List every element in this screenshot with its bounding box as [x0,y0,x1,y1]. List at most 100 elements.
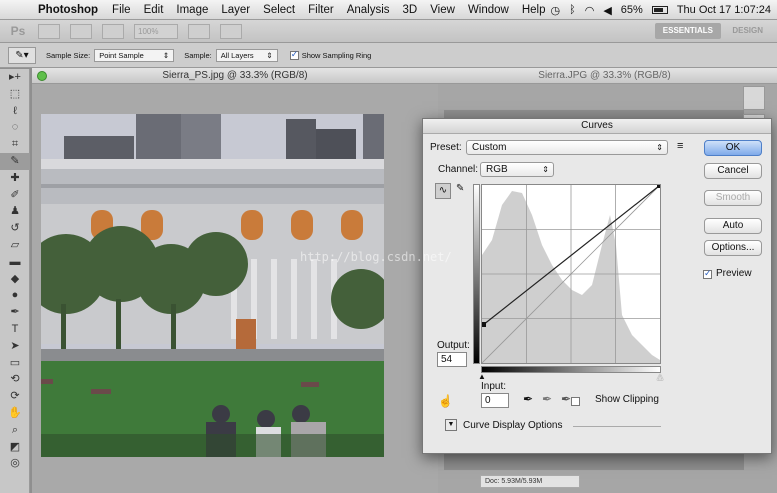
marquee-tool-icon[interactable]: ⬚ [0,86,30,103]
menu-app-name[interactable]: Photoshop [38,4,98,16]
eyedropper-preset-icon[interactable]: ✎▾ [8,46,36,64]
menu-edit[interactable]: Edit [144,4,164,16]
document-title: Sierra_PS.jpg @ 33.3% (RGB/8) [162,70,308,81]
wifi-icon[interactable]: ◠ [585,4,595,17]
clone-stamp-tool-icon[interactable]: ♟ [0,203,30,220]
smooth-button[interactable]: Smooth [704,190,762,206]
input-field[interactable]: 0 [481,393,509,408]
hand-tool-icon[interactable]: ✋ [0,405,30,422]
view-extras-button[interactable] [102,23,124,39]
curve-display-options-label[interactable]: Curve Display Options [463,420,562,431]
gray-eyedropper-icon[interactable]: ✒ [542,392,552,406]
curve-endpoint [657,184,661,188]
quick-mask-icon[interactable]: ◎ [0,455,30,472]
menu-analysis[interactable]: Analysis [347,4,390,16]
color-swatches-icon[interactable]: ◩ [0,439,30,456]
preset-options-icon[interactable]: ≡ [677,140,683,152]
park-photo [41,114,384,457]
curves-graph[interactable] [481,184,661,364]
menu-3d[interactable]: 3D [403,4,418,16]
arrange-documents-button[interactable] [188,23,210,39]
document-window[interactable]: Sierra_PS.jpg @ 33.3% (RGB/8) [32,68,438,493]
white-point-slider-icon[interactable]: △ [657,372,663,381]
black-eyedropper-icon[interactable]: ✒ [523,392,533,406]
curve-control-point [481,322,486,327]
type-tool-icon[interactable]: T [0,321,30,338]
brush-tool-icon[interactable]: ✐ [0,187,30,204]
menu-window[interactable]: Window [468,4,509,16]
menu-layer[interactable]: Layer [221,4,250,16]
show-clipping-checkbox[interactable] [571,397,580,406]
image-canvas[interactable] [41,114,384,457]
battery-icon[interactable] [651,6,668,14]
preset-select[interactable]: Custom ⇕ [466,140,668,155]
document-2-title[interactable]: Sierra.JPG @ 33.3% (RGB/8) [432,68,777,84]
crop-tool-icon[interactable]: ⌗ [0,136,30,153]
eyedropper-tool-icon[interactable]: ✎ [0,152,30,170]
shape-tool-icon[interactable]: ▭ [0,355,30,372]
curve-pencil-icon[interactable]: ✎ [456,183,464,194]
menu-file[interactable]: File [112,4,131,16]
curves-graph-svg [481,184,661,364]
targeted-adjustment-icon[interactable]: ☝ [438,394,453,408]
zoom-level[interactable]: 100% [134,23,178,39]
mini-bridge-button[interactable] [70,23,92,39]
white-eyedropper-icon[interactable]: ✒ [561,392,571,406]
output-field[interactable]: 54 [437,352,467,367]
dodge-tool-icon[interactable]: ● [0,287,30,304]
input-label: Input: [481,381,507,392]
path-select-tool-icon[interactable]: ➤ [0,338,30,355]
menu-view[interactable]: View [430,4,455,16]
eraser-tool-icon[interactable]: ▱ [0,237,30,254]
photoshop-logo: Ps [10,23,26,38]
screen-mode-button[interactable] [220,23,242,39]
select-arrows-icon: ⇕ [542,165,549,174]
menu-image[interactable]: Image [176,4,208,16]
move-tool-icon[interactable]: ▸+ [0,69,30,86]
show-sampling-ring-label: Show Sampling Ring [301,50,372,60]
cancel-button[interactable]: Cancel [704,163,762,179]
quick-select-tool-icon[interactable]: ◌ [0,119,30,136]
lasso-tool-icon[interactable]: ℓ [0,103,30,120]
preview-checkbox[interactable] [703,268,712,279]
menu-select[interactable]: Select [263,4,295,16]
curves-dialog-title: Curves [423,119,771,134]
show-sampling-ring-checkbox[interactable] [289,49,299,60]
select-arrows-icon: ⇕ [266,50,273,60]
select-arrows-icon: ⇕ [162,50,170,60]
menu-help[interactable]: Help [522,4,546,16]
3d-orbit-tool-icon[interactable]: ⟳ [0,388,30,405]
disclosure-triangle-icon[interactable]: ▼ [445,419,457,431]
sample-size-select[interactable]: Point Sample ⇕ [94,48,175,62]
battery-percent[interactable]: 65% [621,4,643,16]
panel-toggle-button[interactable] [743,86,765,110]
sample-select[interactable]: All Layers ⇕ [215,48,278,62]
gradient-tool-icon[interactable]: ▬ [0,254,30,271]
zoom-tool-icon[interactable]: ⌕ [0,422,30,439]
channel-label: Channel: [438,164,479,175]
workspace-design[interactable]: DESIGN [732,23,763,39]
time-machine-icon[interactable]: ◷ [551,4,561,17]
workspace-essentials[interactable]: ESSENTIALS [654,23,721,39]
3d-rotate-tool-icon[interactable]: ⟲ [0,371,30,388]
black-point-slider-icon[interactable]: ▲ [478,372,486,381]
options-button[interactable]: Options... [704,240,762,256]
auto-button[interactable]: Auto [704,218,762,234]
sample-label: Sample: [184,50,212,60]
curve-point-mode-icon[interactable]: ∿ [435,183,451,199]
healing-brush-tool-icon[interactable]: ✚ [0,170,30,187]
channel-select[interactable]: RGB ⇕ [480,162,554,177]
document-2-status[interactable]: Doc: 5.93M/5.93M [480,475,580,488]
channel-value: RGB [486,164,508,175]
ok-button[interactable]: OK [704,140,762,156]
history-brush-tool-icon[interactable]: ↺ [0,220,30,237]
bridge-button[interactable] [38,23,60,39]
window-zoom-button[interactable] [37,71,47,81]
blur-tool-icon[interactable]: ◆ [0,271,30,288]
menubar-clock[interactable]: Thu Oct 17 1:07:24 [677,4,771,16]
document-title-bar[interactable]: Sierra_PS.jpg @ 33.3% (RGB/8) [32,68,438,84]
pen-tool-icon[interactable]: ✒ [0,304,30,321]
menu-filter[interactable]: Filter [308,4,334,16]
volume-icon[interactable]: ◀ [603,4,611,17]
bluetooth-icon[interactable]: ᛒ [569,4,576,16]
